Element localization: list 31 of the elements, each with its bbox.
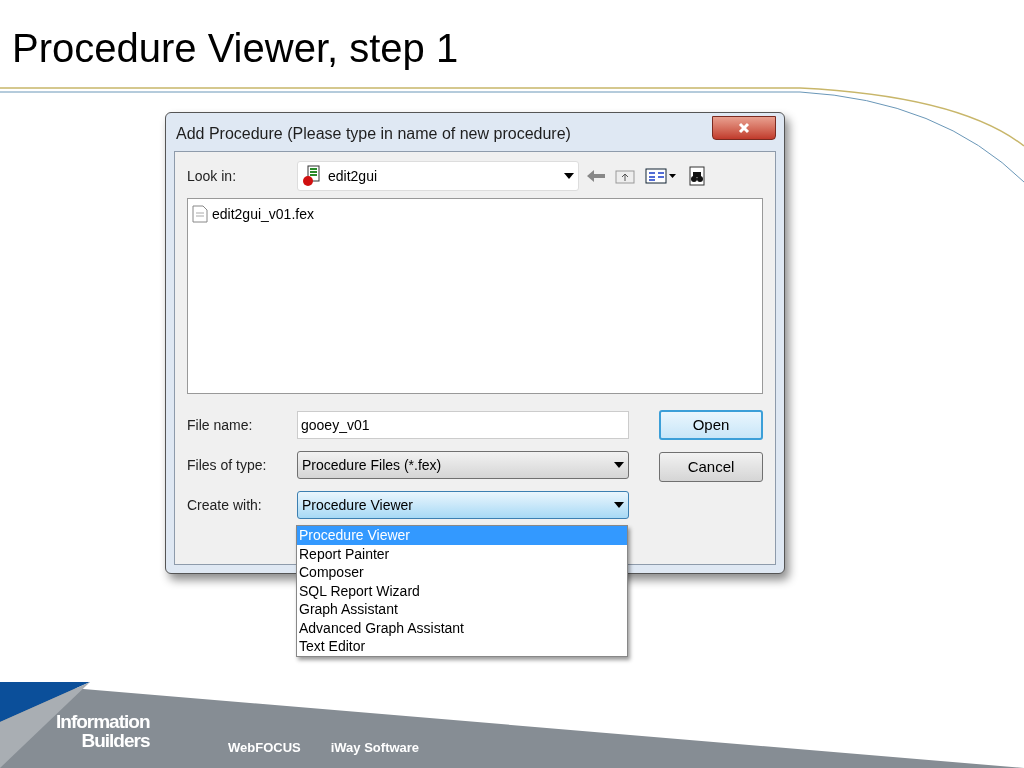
file-name-field[interactable]: gooey_v01	[297, 411, 629, 439]
create-with-dropdown[interactable]: Procedure Viewer	[297, 491, 629, 519]
dropdown-option[interactable]: SQL Report Wizard	[297, 581, 627, 600]
caret-icon	[614, 462, 624, 468]
view-menu-icon[interactable]	[645, 168, 677, 184]
look-in-value: edit2gui	[328, 166, 379, 186]
close-button[interactable]	[712, 116, 776, 140]
dropdown-option[interactable]: Report Painter	[297, 544, 627, 563]
document-icon	[192, 205, 208, 223]
back-arrow-icon[interactable]	[587, 170, 605, 182]
binoculars-icon[interactable]	[687, 166, 707, 186]
dropdown-option[interactable]: Text Editor	[297, 637, 627, 656]
look-in-label: Look in:	[187, 166, 238, 186]
file-item[interactable]: edit2gui_v01.fex	[212, 203, 314, 225]
dialog-button[interactable]: Open	[659, 410, 763, 440]
dialog-title: Add Procedure (Please type in name of new procedure)	[175, 124, 571, 144]
caret-icon	[614, 502, 624, 508]
field-label: File name:	[187, 415, 254, 435]
logo-text: Builders	[81, 731, 150, 750]
dropdown-option[interactable]: Advanced Graph Assistant	[297, 618, 627, 637]
caret-icon	[564, 173, 574, 179]
dropdown-option[interactable]: Graph Assistant	[297, 600, 627, 619]
file-type-dropdown[interactable]: Procedure Files (*.fex)	[297, 451, 629, 479]
logo-text: Information	[56, 712, 150, 731]
look-in-dropdown[interactable]: edit2gui	[297, 161, 579, 191]
close-icon	[738, 122, 750, 134]
field-label: Create with:	[187, 495, 263, 515]
field-label: Files of type:	[187, 455, 268, 475]
dialog-button[interactable]: Cancel	[659, 452, 763, 482]
dropdown-option[interactable]: Composer	[297, 563, 627, 582]
slide-title: Procedure Viewer, step 1	[12, 25, 460, 72]
